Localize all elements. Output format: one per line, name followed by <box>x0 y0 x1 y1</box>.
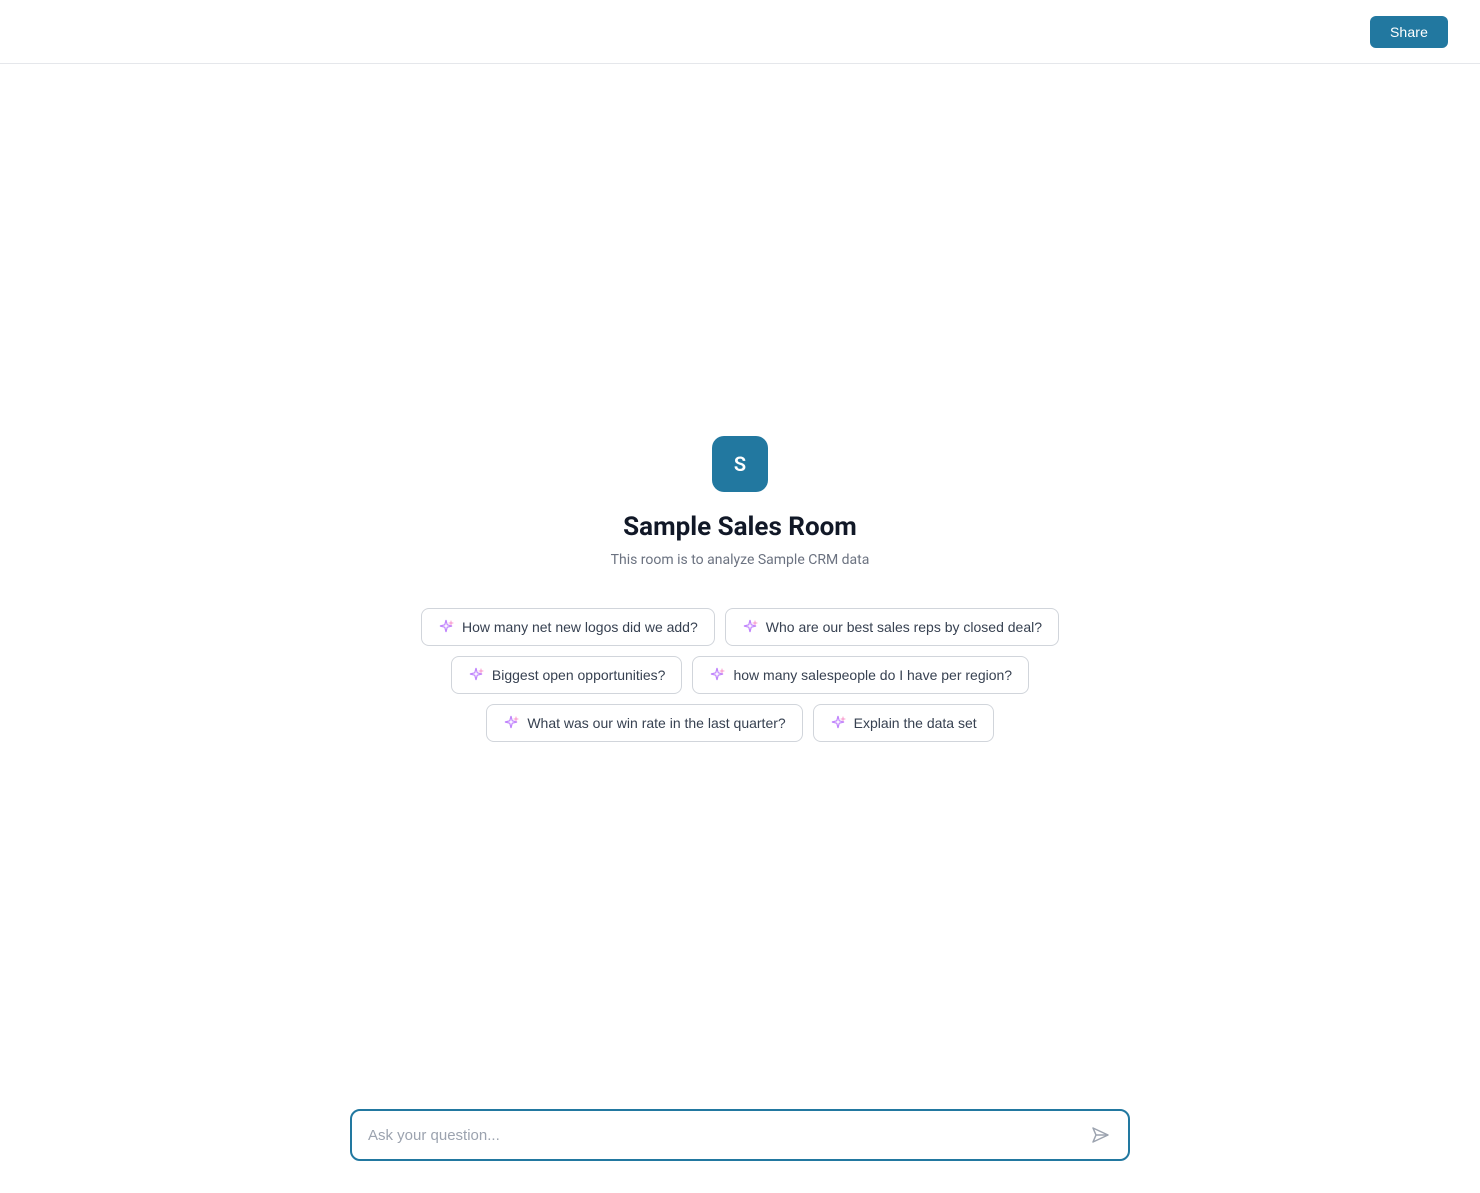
sparkle-icon <box>468 667 484 683</box>
suggestion-chip-1-text: How many net new logos did we add? <box>462 619 698 635</box>
app-icon: S <box>712 436 768 492</box>
suggestion-chip-2-text: Who are our best sales reps by closed de… <box>766 619 1042 635</box>
room-subtitle: This room is to analyze Sample CRM data <box>611 552 870 568</box>
suggestion-chip-3[interactable]: Biggest open opportunities? <box>451 656 683 694</box>
suggestion-chip-6-text: Explain the data set <box>854 715 977 731</box>
send-button[interactable] <box>1088 1123 1112 1147</box>
suggestions-row-3: What was our win rate in the last quarte… <box>486 704 993 742</box>
share-button[interactable]: Share <box>1370 16 1448 48</box>
room-title: Sample Sales Room <box>623 512 857 542</box>
app-header: Share <box>0 0 1480 64</box>
sparkle-icon <box>438 619 454 635</box>
main-content: S Sample Sales Room This room is to anal… <box>0 64 1480 1193</box>
suggestion-chip-4-text: how many salespeople do I have per regio… <box>733 667 1012 683</box>
suggestions-container: How many net new logos did we add? Who a… <box>350 608 1130 742</box>
suggestion-chip-3-text: Biggest open opportunities? <box>492 667 666 683</box>
sparkle-icon <box>742 619 758 635</box>
question-input[interactable] <box>368 1127 1078 1144</box>
suggestions-row-1: How many net new logos did we add? Who a… <box>421 608 1059 646</box>
app-icon-letter: S <box>734 452 746 476</box>
send-icon <box>1090 1125 1110 1145</box>
sparkle-icon <box>503 715 519 731</box>
suggestion-chip-2[interactable]: Who are our best sales reps by closed de… <box>725 608 1059 646</box>
sparkle-icon <box>830 715 846 731</box>
suggestions-row-2: Biggest open opportunities? how many sal… <box>451 656 1029 694</box>
suggestion-chip-5[interactable]: What was our win rate in the last quarte… <box>486 704 802 742</box>
sparkle-icon <box>709 667 725 683</box>
suggestion-chip-6[interactable]: Explain the data set <box>813 704 994 742</box>
input-area <box>350 1109 1130 1161</box>
suggestion-chip-5-text: What was our win rate in the last quarte… <box>527 715 785 731</box>
suggestion-chip-4[interactable]: how many salespeople do I have per regio… <box>692 656 1029 694</box>
input-wrapper <box>350 1109 1130 1161</box>
suggestion-chip-1[interactable]: How many net new logos did we add? <box>421 608 715 646</box>
